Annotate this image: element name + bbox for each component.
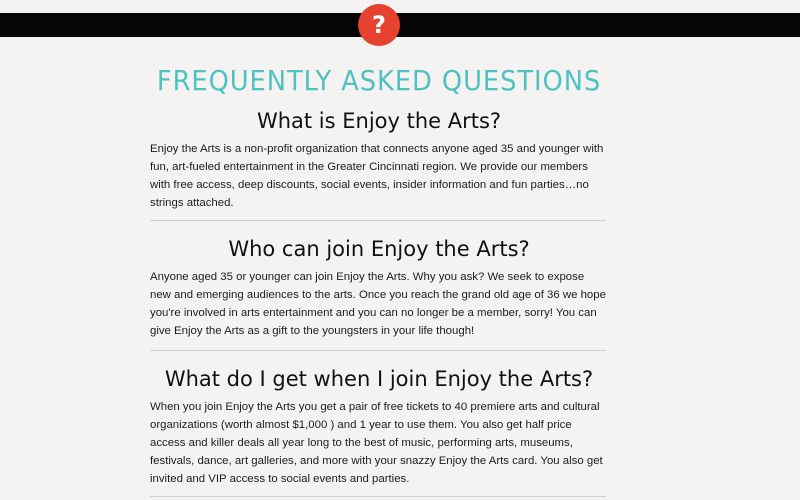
question-mark-icon[interactable]: ? [358,4,400,46]
faq-question: What do I get when I join Enjoy the Arts… [164,367,594,391]
faq-item-who-can-join: Who can join Enjoy the Arts? Anyone aged… [150,236,608,340]
faq-answer: Anyone aged 35 or younger can join Enjoy… [150,271,606,337]
top-bar [0,13,800,37]
page-title: FREQUENTLY ASKED QUESTIONS [156,64,602,97]
faq-divider [150,496,606,497]
faq-item-what-is: What is Enjoy the Arts? Enjoy the Arts i… [150,108,608,212]
faq-question: Who can join Enjoy the Arts? [228,237,530,261]
faq-divider [150,350,606,351]
faq-answer: When you join Enjoy the Arts you get a p… [150,401,603,485]
faq-answer: Enjoy the Arts is a non-profit organizat… [150,143,604,209]
faq-question: What is Enjoy the Arts? [256,109,502,133]
faq-item-what-do-i-get: What do I get when I join Enjoy the Arts… [150,366,608,488]
faq-divider [150,220,606,221]
